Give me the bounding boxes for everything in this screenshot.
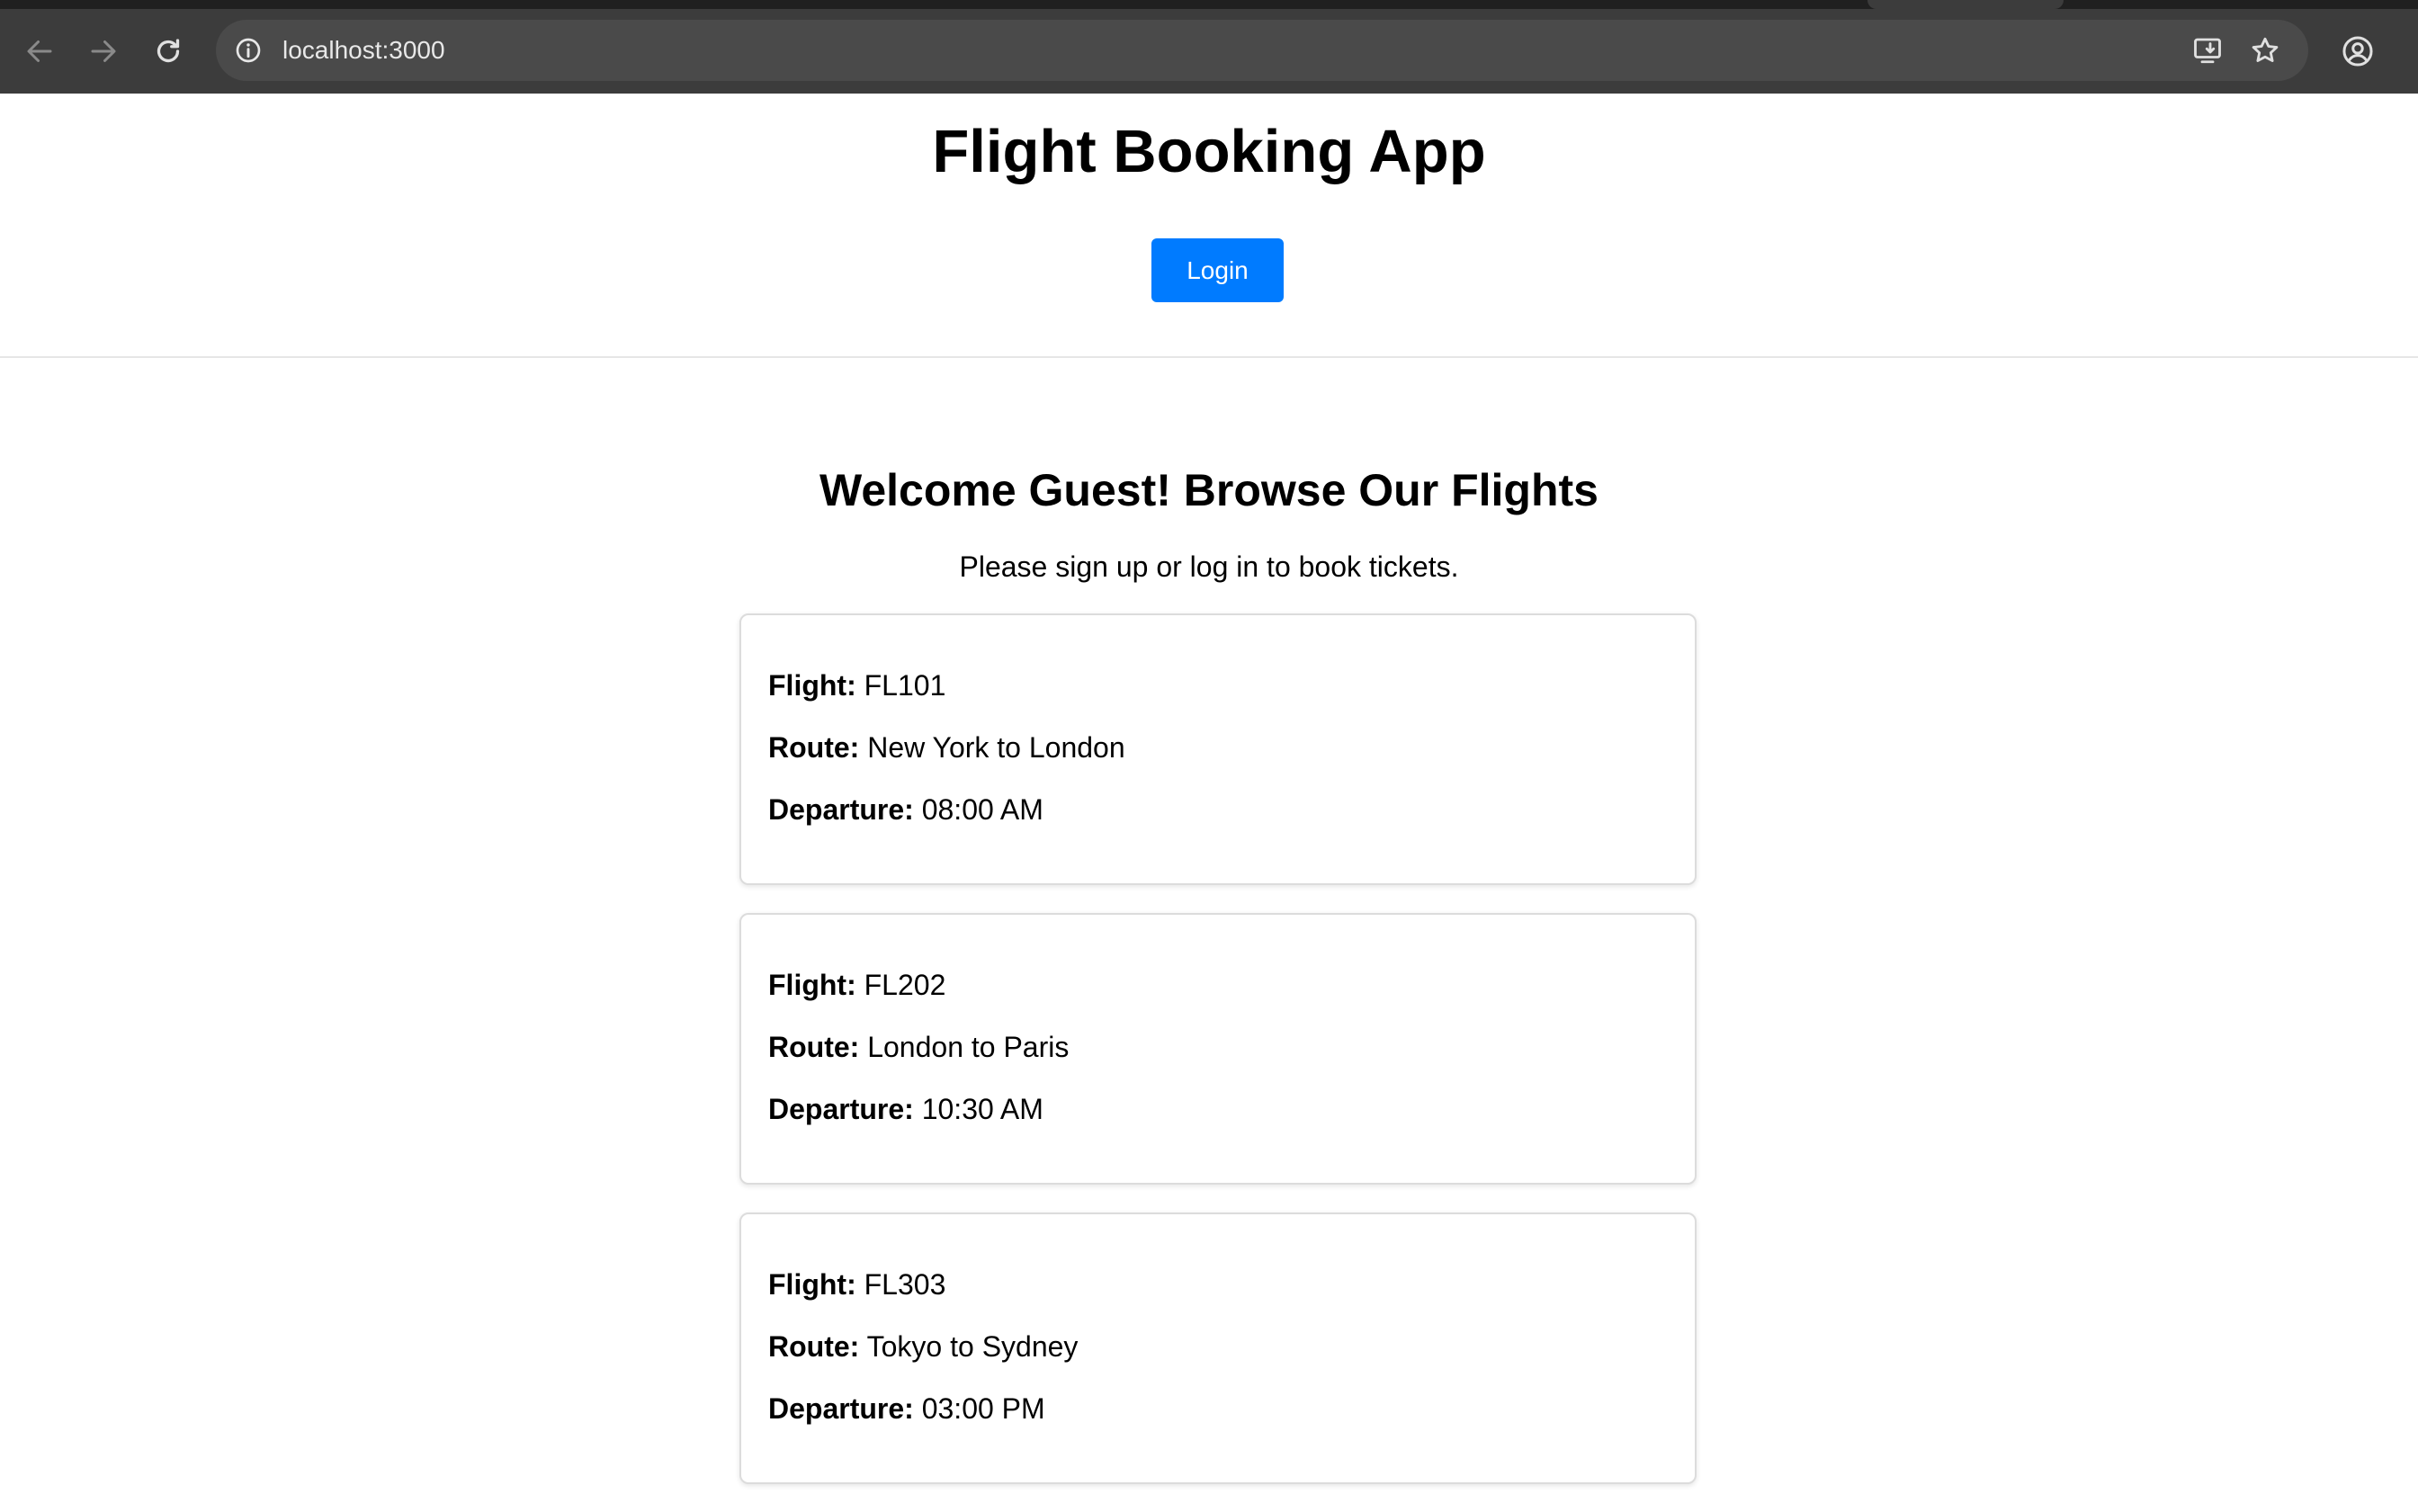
departure-label: Departure:	[768, 793, 914, 826]
star-icon	[2252, 37, 2279, 62]
install-app-icon	[2194, 38, 2221, 64]
bookmark-button[interactable]	[2245, 31, 2285, 70]
flight-card: Flight: FL202 Route: London to Paris Dep…	[739, 913, 1697, 1185]
browser-toolbar: localhost:3000	[0, 0, 2418, 94]
reload-button[interactable]	[144, 27, 193, 76]
profile-icon	[2342, 36, 2373, 67]
reload-icon	[157, 39, 180, 63]
flight-number-value: FL202	[864, 969, 946, 1001]
welcome-heading: Welcome Guest! Browse Our Flights	[819, 465, 1599, 515]
install-app-button[interactable]	[2188, 31, 2227, 70]
flight-number-value: FL303	[864, 1268, 946, 1301]
flight-number: Flight: FL303	[768, 1263, 1695, 1325]
site-info-button[interactable]	[230, 32, 266, 68]
tab-strip	[0, 0, 2418, 9]
departure-label: Departure:	[768, 1093, 914, 1125]
arrow-right-icon	[91, 40, 116, 62]
flight-number: Flight: FL202	[768, 963, 1695, 1025]
departure-value: 08:00 AM	[921, 793, 1043, 826]
flight-departure: Departure: 08:00 AM	[768, 788, 1695, 850]
address-bar[interactable]: localhost:3000	[216, 20, 2308, 81]
flight-label: Flight:	[768, 669, 856, 702]
flight-number-value: FL101	[864, 669, 946, 702]
flight-label: Flight:	[768, 1268, 856, 1301]
route-value: New York to London	[867, 731, 1125, 764]
flight-card: Flight: FL101 Route: New York to London …	[739, 613, 1697, 885]
route-label: Route:	[768, 1031, 860, 1063]
route-label: Route:	[768, 1330, 860, 1363]
route-label: Route:	[768, 731, 860, 764]
login-button[interactable]: Login	[1151, 238, 1284, 302]
profile-button[interactable]	[2333, 27, 2382, 76]
flight-number: Flight: FL101	[768, 664, 1695, 726]
departure-value: 10:30 AM	[921, 1093, 1043, 1125]
flight-route: Route: New York to London	[768, 726, 1695, 788]
route-value: Tokyo to Sydney	[866, 1330, 1079, 1363]
forward-button[interactable]	[79, 27, 128, 76]
app-header: Flight Booking App Login	[0, 94, 2418, 358]
signup-prompt: Please sign up or log in to book tickets…	[959, 550, 1459, 583]
info-icon	[236, 38, 261, 63]
flight-route: Route: Tokyo to Sydney	[768, 1325, 1695, 1387]
departure-label: Departure:	[768, 1392, 914, 1425]
flight-card: Flight: FL303 Route: Tokyo to Sydney Dep…	[739, 1212, 1697, 1484]
active-tab[interactable]	[1867, 0, 2064, 9]
url-text[interactable]: localhost:3000	[282, 20, 445, 81]
departure-value: 03:00 PM	[921, 1392, 1045, 1425]
flight-list: Flight: FL101 Route: New York to London …	[739, 613, 1697, 1512]
back-button[interactable]	[15, 27, 64, 76]
app-title: Flight Booking App	[932, 118, 1486, 185]
flight-departure: Departure: 10:30 AM	[768, 1087, 1695, 1150]
arrow-left-icon	[27, 40, 52, 62]
flight-departure: Departure: 03:00 PM	[768, 1387, 1695, 1449]
flight-route: Route: London to Paris	[768, 1025, 1695, 1087]
flight-label: Flight:	[768, 969, 856, 1001]
route-value: London to Paris	[867, 1031, 1070, 1063]
